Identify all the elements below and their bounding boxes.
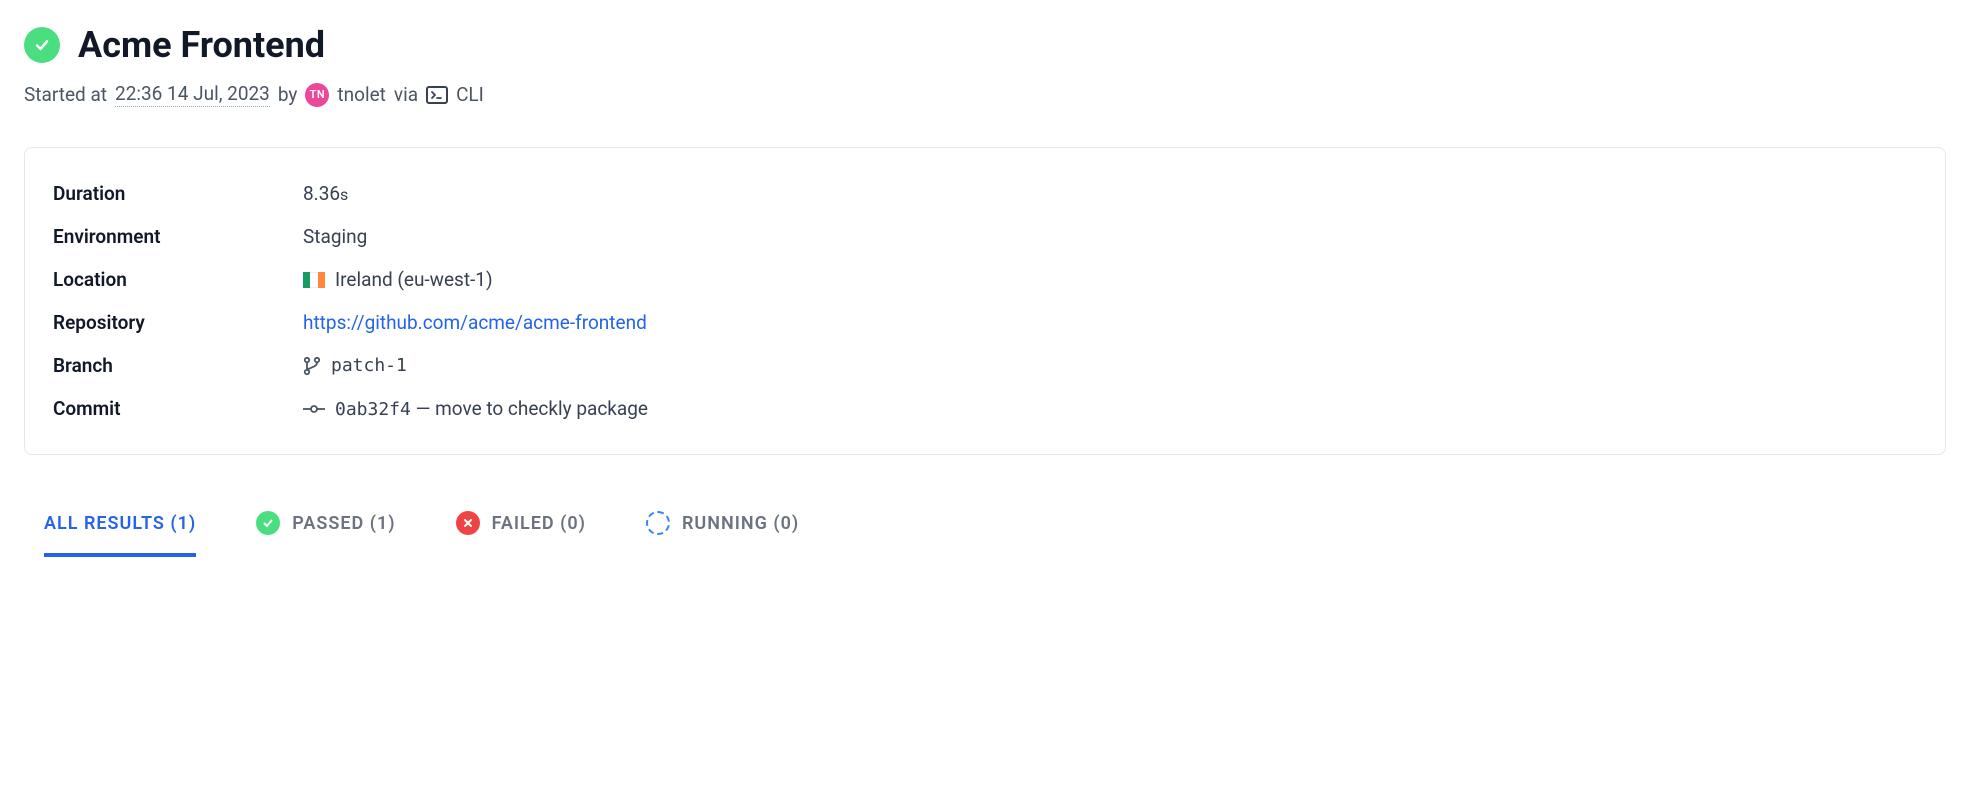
location-value: Ireland (eu-west-1) bbox=[303, 268, 493, 291]
detail-row-environment: Environment Staging bbox=[53, 215, 1917, 258]
ireland-flag-icon bbox=[303, 272, 325, 288]
branch-value: patch-1 bbox=[303, 355, 407, 376]
git-branch-icon bbox=[303, 356, 321, 376]
repository-label: Repository bbox=[53, 311, 303, 334]
user-avatar[interactable]: TN bbox=[305, 83, 329, 107]
commit-label: Commit bbox=[53, 397, 303, 420]
results-tabs: ALL RESULTS (1) PASSED (1) FAILED (0) RU… bbox=[24, 503, 1946, 557]
environment-value: Staging bbox=[303, 225, 367, 248]
run-subheader: Started at 22:36 14 Jul, 2023 by TN tnol… bbox=[24, 82, 1946, 107]
duration-value: 8.36s bbox=[303, 182, 348, 205]
cli-icon bbox=[426, 86, 448, 104]
started-timestamp[interactable]: 22:36 14 Jul, 2023 bbox=[115, 82, 270, 107]
commit-message: move to checkly package bbox=[435, 397, 648, 420]
detail-row-branch: Branch patch-1 bbox=[53, 344, 1917, 387]
running-icon bbox=[646, 511, 670, 535]
commit-value: 0ab32f4 — move to checkly package bbox=[303, 397, 648, 420]
detail-row-location: Location Ireland (eu-west-1) bbox=[53, 258, 1917, 301]
passed-icon bbox=[256, 511, 280, 535]
tab-all-results[interactable]: ALL RESULTS (1) bbox=[44, 503, 196, 557]
branch-label: Branch bbox=[53, 354, 303, 377]
started-prefix: Started at bbox=[24, 83, 107, 106]
status-success-icon bbox=[24, 27, 60, 63]
tab-passed[interactable]: PASSED (1) bbox=[256, 503, 395, 557]
duration-label: Duration bbox=[53, 182, 303, 205]
page-title: Acme Frontend bbox=[78, 24, 325, 66]
tab-failed[interactable]: FAILED (0) bbox=[456, 503, 586, 557]
by-text: by bbox=[278, 83, 298, 106]
tab-running[interactable]: RUNNING (0) bbox=[646, 503, 799, 557]
failed-icon bbox=[456, 511, 480, 535]
location-label: Location bbox=[53, 268, 303, 291]
commit-hash: 0ab32f4 bbox=[335, 399, 411, 420]
details-card: Duration 8.36s Environment Staging Locat… bbox=[24, 147, 1946, 455]
environment-label: Environment bbox=[53, 225, 303, 248]
via-text: via bbox=[394, 83, 418, 106]
username[interactable]: tnolet bbox=[337, 83, 385, 106]
page-header: Acme Frontend bbox=[24, 24, 1946, 66]
repository-link[interactable]: https://github.com/acme/acme-frontend bbox=[303, 311, 647, 334]
git-commit-icon bbox=[303, 403, 325, 415]
source-label: CLI bbox=[456, 83, 484, 106]
detail-row-commit: Commit 0ab32f4 — move to checkly package bbox=[53, 387, 1917, 430]
detail-row-repository: Repository https://github.com/acme/acme-… bbox=[53, 301, 1917, 344]
detail-row-duration: Duration 8.36s bbox=[53, 172, 1917, 215]
